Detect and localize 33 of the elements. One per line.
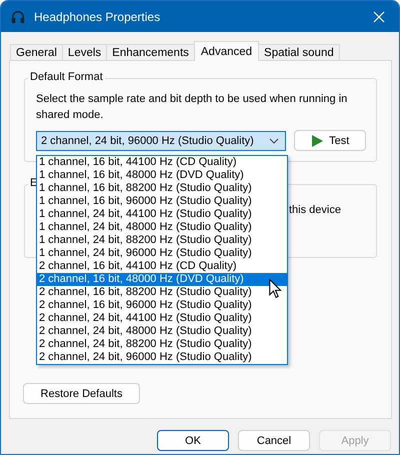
dialog-button[interactable]: Cancel [238,430,310,451]
dropdown-option[interactable]: 2 channel, 16 bit, 96000 Hz (Studio Quality) [37,299,287,312]
option-text: this device [289,204,341,216]
description-text: Select the sample rate and bit depth to be used when running in shared mode. [36,92,348,123]
dropdown-option[interactable]: 1 channel, 24 bit, 48000 Hz (Studio Quality) [37,221,287,234]
chevron-icon [269,138,280,144]
dropdown-option[interactable]: 1 channel, 16 bit, 48000 Hz (DVD Quality) [37,169,287,182]
window-title: Headphones Properties [34,10,162,24]
dropdown-option[interactable]: 2 channel, 24 bit, 88200 Hz (Studio Quality) [37,338,287,351]
headphones-icon [11,10,25,24]
dropdown-option[interactable]: 2 channel, 16 bit, 88200 Hz (Studio Quality) [37,286,287,299]
dropdown-option[interactable]: 1 channel, 24 bit, 44100 Hz (Studio Quality) [37,208,287,221]
group-label: Default Format [28,71,105,83]
restore-defaults-button[interactable]: Restore Defaults [23,383,140,404]
dropdown-option[interactable]: 1 channel, 16 bit, 88200 Hz (Studio Quality) [37,182,287,195]
close-icon[interactable] [373,10,385,22]
dropdown-option[interactable]: 2 channel, 24 bit, 44100 Hz (Studio Quality) [37,312,287,325]
dropdown-option[interactable]: 2 channel, 16 bit, 44100 Hz (CD Quality) [37,260,287,273]
dropdown-option[interactable]: 1 channel, 24 bit, 88200 Hz (Studio Quality) [37,234,287,247]
format-dropdown[interactable]: 2 channel, 24 bit, 96000 Hz (Studio Quality) [36,130,286,150]
tab[interactable]: General [10,44,63,60]
dialog-button[interactable]: OK [157,430,229,451]
tab[interactable]: Spatial sound [258,44,340,60]
pointer-cursor-icon [269,279,282,299]
play-icon [311,134,324,146]
dropdown-option[interactable]: 2 channel, 24 bit, 48000 Hz (Studio Quality) [37,325,287,338]
tab[interactable]: Advanced [194,41,260,61]
dropdown-option[interactable]: 2 channel, 16 bit, 48000 Hz (DVD Quality) [37,273,287,286]
test-button[interactable]: Test [294,130,366,151]
dropdown-option[interactable]: 2 channel, 24 bit, 96000 Hz (Studio Quality) [37,351,287,364]
dropdown-option[interactable]: 1 channel, 24 bit, 96000 Hz (Studio Quality) [37,247,287,260]
dropdown-option[interactable]: 1 channel, 16 bit, 96000 Hz (Studio Quality) [37,195,287,208]
dropdown-option[interactable]: 1 channel, 16 bit, 44100 Hz (CD Quality) [37,156,287,169]
